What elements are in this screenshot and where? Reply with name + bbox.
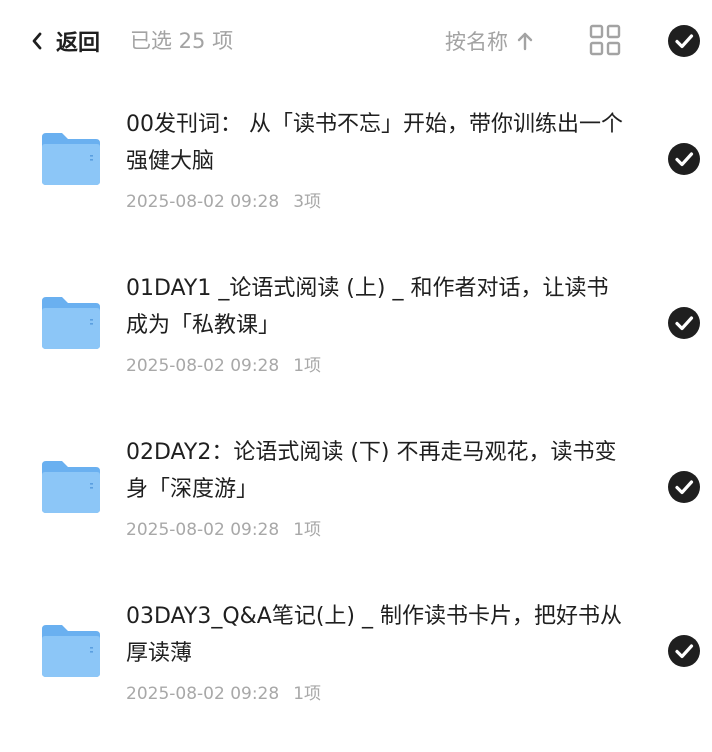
file-date: 2025-08-02 09:28 [126,192,280,212]
file-title: 02DAY2：论语式阅读 (下) 不再走马观花，读书变身「深度游」 [126,440,617,502]
file-meta: 2025-08-02 09:28 1项 [126,679,321,704]
grid-view-icon[interactable] [589,24,621,56]
file-title: 00发刊词： 从「读书不忘」开始，带你训练出一个强健大脑 [126,112,623,174]
file-meta: 2025-08-02 09:28 1项 [126,515,321,540]
file-row[interactable]: 00发刊词： 从「读书不忘」开始，带你训练出一个强健大脑 2025-08-02 … [0,96,712,260]
folder-icon [42,133,100,185]
file-item-count: 1项 [293,520,322,540]
sort-by-name-button[interactable]: 按名称 [445,24,534,58]
select-all-check-icon[interactable] [667,24,701,58]
file-date: 2025-08-02 09:28 [126,356,280,376]
folder-icon [42,625,100,677]
file-item-count: 1项 [293,684,322,704]
chevron-left-icon [32,32,42,50]
selection-count: 已选 25 项 [130,29,234,53]
row-check-icon[interactable] [667,634,701,668]
file-title: 03DAY3_Q&A笔记(上) _ 制作读书卡片，把好书从厚读薄 [126,604,623,666]
back-button[interactable]: 返回 [30,24,100,58]
file-item-count: 3项 [293,192,322,212]
file-title: 01DAY1 _论语式阅读 (上) _ 和作者对话，让读书成为「私教课」 [126,276,609,338]
row-check-icon[interactable] [667,470,701,504]
folder-icon [42,461,100,513]
row-check-icon[interactable] [667,306,701,340]
sort-label: 按名称 [445,30,508,54]
back-label: 返回 [56,31,101,56]
file-meta: 2025-08-02 09:28 1项 [126,351,321,376]
row-check-icon[interactable] [667,142,701,176]
arrow-up-icon [517,32,533,51]
file-row[interactable]: 03DAY3_Q&A笔记(上) _ 制作读书卡片，把好书从厚读薄 2025-08… [0,588,712,752]
file-date: 2025-08-02 09:28 [126,520,280,540]
file-row[interactable]: 02DAY2：论语式阅读 (下) 不再走马观花，读书变身「深度游」 2025-0… [0,424,712,588]
top-toolbar: 返回 已选 25 项 按名称 [0,0,712,82]
file-meta: 2025-08-02 09:28 3项 [126,187,321,212]
file-item-count: 1项 [293,356,322,376]
folder-icon [42,297,100,349]
file-row[interactable]: 01DAY1 _论语式阅读 (上) _ 和作者对话，让读书成为「私教课」 202… [0,260,712,424]
file-date: 2025-08-02 09:28 [126,684,280,704]
